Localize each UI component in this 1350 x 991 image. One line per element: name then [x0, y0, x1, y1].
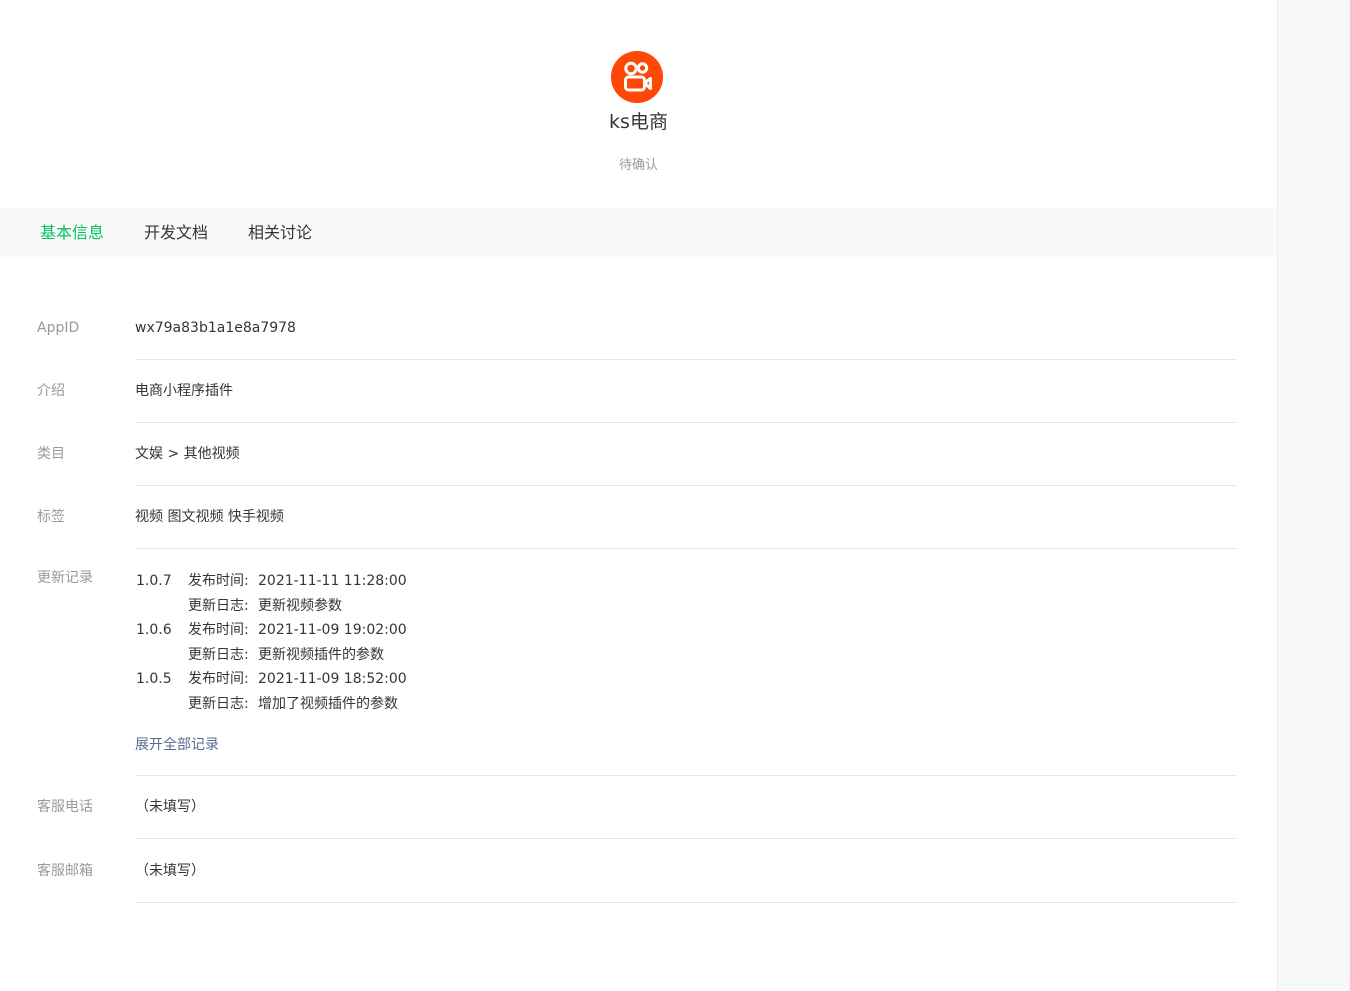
category-label: 类目 [37, 446, 65, 462]
appid-value: wx79a83b1a1e8a7978 [135, 296, 1237, 360]
service-phone-label: 客服电话 [37, 799, 93, 815]
intro-value: 电商小程序插件 [135, 360, 1237, 423]
changelog-value: 1.0.7 发布时间: 2021-11-11 11:28:00 更新日志: 更新… [135, 549, 1237, 776]
plugin-detail-page: ks电商 待确认 基本信息 开发文档 相关讨论 AppID wx79a83b1a… [0, 0, 1350, 991]
service-email-row: 客服邮箱 （未填写） [0, 839, 1277, 903]
tab-dev-docs[interactable]: 开发文档 [144, 208, 208, 257]
update-log-value: 更新视频参数 [258, 597, 342, 614]
service-email-label: 客服邮箱 [37, 863, 93, 879]
update-log-label: 更新日志: [188, 597, 249, 614]
changelog-label: 更新记录 [37, 570, 93, 586]
publish-time-label: 发布时间: [188, 573, 249, 589]
changelog-version: 1.0.6 [136, 622, 172, 638]
tags-label: 标签 [37, 509, 65, 525]
kuaishou-camera-icon [611, 51, 663, 103]
changelog-entry: 1.0.7 发布时间: 2021-11-11 11:28:00 更新日志: 更新… [135, 569, 1237, 618]
changelog-entry: 1.0.5 发布时间: 2021-11-09 18:52:00 更新日志: 增加… [135, 667, 1237, 716]
appid-label: AppID [37, 320, 80, 336]
publish-time-value: 2021-11-09 19:02:00 [258, 622, 407, 638]
update-log-label: 更新日志: [188, 695, 249, 712]
tags-value: 视频 图文视频 快手视频 [135, 486, 1237, 549]
expand-all-records-link[interactable]: 展开全部记录 [135, 735, 219, 755]
intro-row: 介绍 电商小程序插件 [0, 360, 1277, 423]
publish-time-label: 发布时间: [188, 622, 249, 638]
plugin-header: ks电商 待确认 [0, 0, 1277, 208]
publish-time-value: 2021-11-09 18:52:00 [258, 671, 407, 687]
main-panel: ks电商 待确认 基本信息 开发文档 相关讨论 AppID wx79a83b1a… [0, 0, 1277, 991]
plugin-status: 待确认 [618, 158, 658, 173]
service-phone-value: （未填写） [135, 776, 1237, 839]
update-log-value: 更新视频插件的参数 [258, 646, 384, 663]
intro-label: 介绍 [37, 383, 65, 399]
changelog-version: 1.0.5 [136, 671, 172, 687]
update-log-value: 增加了视频插件的参数 [258, 695, 398, 712]
right-side-panel [1277, 0, 1350, 991]
publish-time-value: 2021-11-11 11:28:00 [258, 573, 407, 589]
update-log-label: 更新日志: [188, 646, 249, 663]
category-value: 文娱 > 其他视频 [135, 423, 1237, 486]
changelog-entry: 1.0.6 发布时间: 2021-11-09 19:02:00 更新日志: 更新… [135, 618, 1237, 667]
changelog-row: 更新记录 1.0.7 发布时间: 2021-11-11 11:28:00 更新日… [0, 549, 1277, 776]
category-row: 类目 文娱 > 其他视频 [0, 423, 1277, 486]
tab-discussions[interactable]: 相关讨论 [248, 208, 312, 257]
service-email-value: （未填写） [135, 839, 1237, 903]
tab-bar: 基本信息 开发文档 相关讨论 [0, 208, 1277, 257]
tab-basic-info[interactable]: 基本信息 [40, 208, 104, 257]
changelog-version: 1.0.7 [136, 573, 172, 589]
appid-row: AppID wx79a83b1a1e8a7978 [0, 296, 1277, 360]
tags-row: 标签 视频 图文视频 快手视频 [0, 486, 1277, 549]
plugin-name: ks电商 [609, 111, 668, 133]
publish-time-label: 发布时间: [188, 671, 249, 687]
service-phone-row: 客服电话 （未填写） [0, 776, 1277, 839]
basic-info-section: AppID wx79a83b1a1e8a7978 介绍 电商小程序插件 类目 文… [0, 296, 1277, 903]
